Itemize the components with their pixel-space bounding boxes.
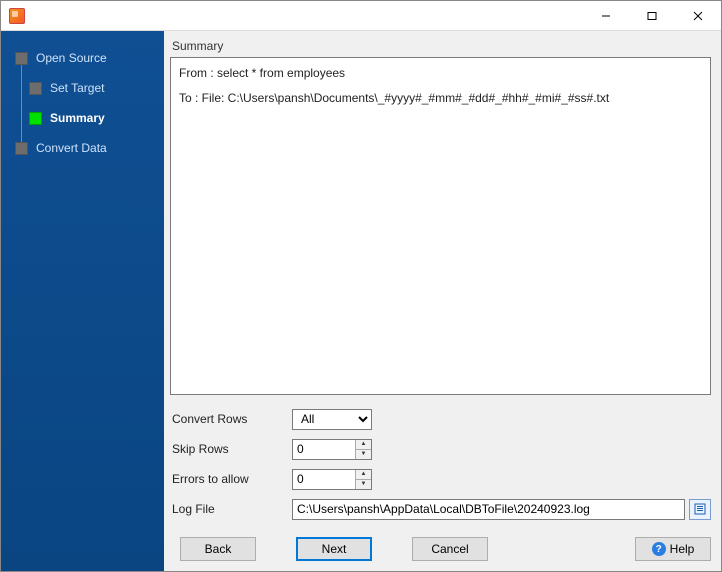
log-file-input[interactable] [292, 499, 685, 520]
convert-rows-label: Convert Rows [170, 412, 292, 426]
spin-up-icon[interactable]: ▲ [356, 440, 371, 450]
minimize-button[interactable] [583, 1, 629, 31]
step-convert-data[interactable]: Convert Data [1, 133, 164, 163]
skip-rows-input[interactable] [293, 440, 355, 459]
wizard-button-bar: Back Next Cancel ? Help [170, 525, 711, 561]
back-button-label: Back [205, 542, 232, 556]
step-label: Summary [50, 111, 105, 125]
help-button-label: Help [670, 542, 695, 556]
step-summary[interactable]: Summary [1, 103, 164, 133]
browse-icon [694, 503, 706, 515]
skip-rows-label: Skip Rows [170, 442, 292, 456]
step-box-icon [15, 52, 28, 65]
step-box-icon [15, 142, 28, 155]
step-label: Set Target [50, 81, 104, 95]
panel-title: Summary [170, 37, 711, 57]
step-open-source[interactable]: Open Source [1, 43, 164, 73]
errors-allow-input[interactable] [293, 470, 355, 489]
cancel-button-label: Cancel [431, 542, 468, 556]
cancel-button[interactable]: Cancel [412, 537, 488, 561]
errors-allow-spinner[interactable]: ▲ ▼ [292, 469, 372, 490]
app-icon [9, 8, 25, 24]
spin-down-icon[interactable]: ▼ [356, 450, 371, 459]
help-button[interactable]: ? Help [635, 537, 711, 561]
next-button[interactable]: Next [296, 537, 372, 561]
log-file-label: Log File [170, 502, 292, 516]
close-button[interactable] [675, 1, 721, 31]
spin-down-icon[interactable]: ▼ [356, 480, 371, 489]
wizard-sidebar: Open Source Set Target Summary Convert D… [1, 31, 164, 571]
next-button-label: Next [322, 542, 347, 556]
step-label: Convert Data [36, 141, 107, 155]
back-button[interactable]: Back [180, 537, 256, 561]
summary-to-line: To : File: C:\Users\pansh\Documents\_#yy… [179, 89, 702, 108]
title-bar [1, 1, 721, 31]
main-panel: Summary From : select * from employees T… [164, 31, 721, 571]
convert-rows-select[interactable]: All [292, 409, 372, 430]
maximize-button[interactable] [629, 1, 675, 31]
step-set-target[interactable]: Set Target [1, 73, 164, 103]
step-label: Open Source [36, 51, 107, 65]
step-box-icon [29, 112, 42, 125]
options-form: Convert Rows All Skip Rows ▲ ▼ [170, 395, 711, 525]
browse-log-button[interactable] [689, 499, 711, 520]
step-box-icon [29, 82, 42, 95]
summary-from-line: From : select * from employees [179, 64, 702, 83]
spin-up-icon[interactable]: ▲ [356, 470, 371, 480]
errors-allow-label: Errors to allow [170, 472, 292, 486]
summary-text-area[interactable]: From : select * from employees To : File… [170, 57, 711, 395]
help-icon: ? [652, 542, 666, 556]
skip-rows-spinner[interactable]: ▲ ▼ [292, 439, 372, 460]
